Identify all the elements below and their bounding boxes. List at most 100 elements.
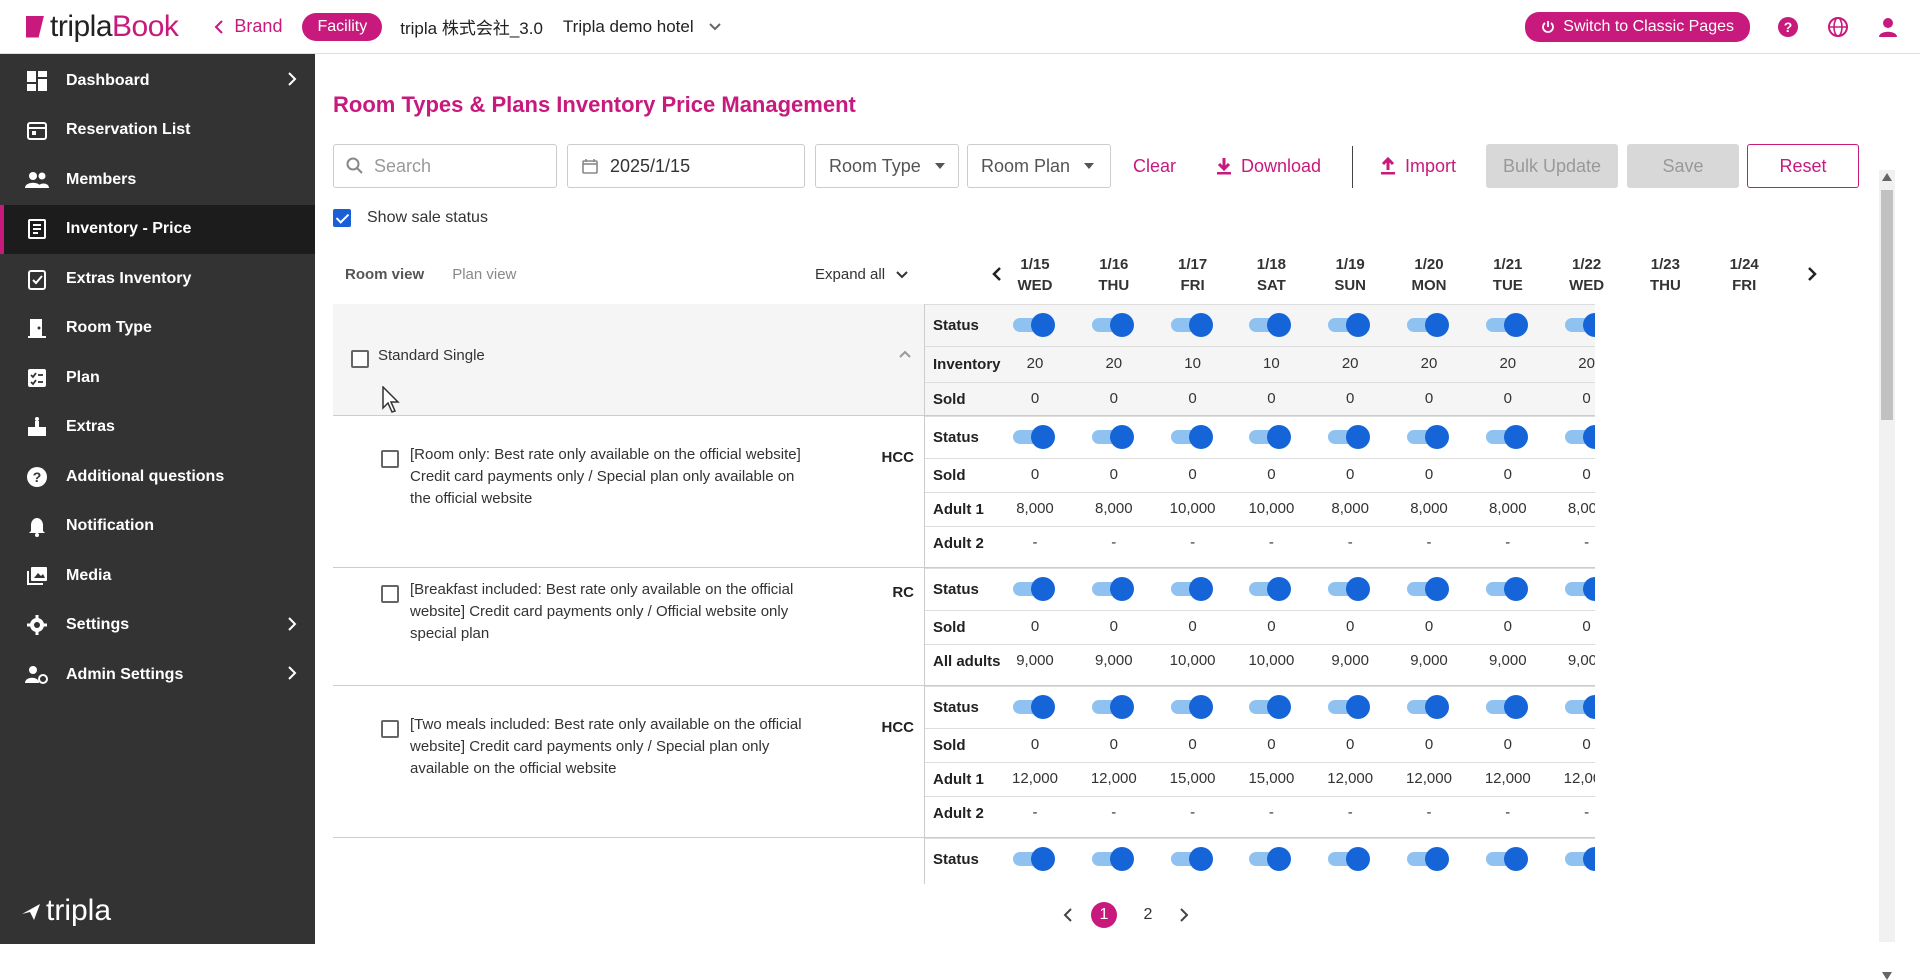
grid-cell[interactable]: 8,000: [1399, 500, 1459, 517]
grid-cell[interactable]: 0: [1163, 390, 1223, 407]
grid-cell[interactable]: 20: [1005, 355, 1065, 372]
sidebar-item-members[interactable]: Members: [0, 155, 315, 205]
grid-cell[interactable]: 8,000: [1005, 500, 1065, 517]
grid-cell[interactable]: 0: [1163, 618, 1223, 635]
globe-icon[interactable]: [1826, 15, 1850, 39]
grid-cell[interactable]: -: [1399, 804, 1459, 821]
grid-cell[interactable]: 0: [1084, 736, 1144, 753]
page-2[interactable]: 2: [1135, 902, 1161, 928]
grid-cell[interactable]: 0: [1478, 390, 1538, 407]
sale-status-toggle[interactable]: [1407, 425, 1451, 449]
sale-status-toggle[interactable]: [1407, 847, 1451, 871]
grid-cell[interactable]: 0: [1399, 618, 1459, 635]
sale-status-toggle[interactable]: [1170, 847, 1215, 871]
grid-cell[interactable]: 0: [1478, 618, 1538, 635]
grid-cell[interactable]: -: [1320, 534, 1380, 551]
sidebar-item-extras-inventory[interactable]: Extras Inventory: [0, 254, 315, 304]
sale-status-toggle[interactable]: [1407, 313, 1451, 337]
sale-status-toggle[interactable]: [1013, 847, 1057, 871]
grid-cell[interactable]: 9,000: [1557, 652, 1595, 669]
grid-cell[interactable]: 20: [1557, 355, 1595, 372]
grid-cell[interactable]: 8,000: [1320, 500, 1380, 517]
scroll-down-icon[interactable]: [1882, 972, 1892, 980]
pagination-next-icon[interactable]: [1179, 908, 1189, 922]
scrollbar-thumb[interactable]: [1881, 190, 1893, 420]
grid-cell[interactable]: 0: [1084, 466, 1144, 483]
grid-cell[interactable]: -: [1163, 534, 1223, 551]
sale-status-toggle[interactable]: [1170, 577, 1215, 601]
vertical-scrollbar[interactable]: [1879, 170, 1895, 980]
grid-cell[interactable]: 12,000: [1557, 770, 1595, 787]
grid-cell[interactable]: 0: [1320, 618, 1380, 635]
grid-cell[interactable]: 0: [1320, 390, 1380, 407]
grid-cell[interactable]: 9,000: [1320, 652, 1380, 669]
grid-cell[interactable]: -: [1241, 534, 1301, 551]
sale-status-toggle[interactable]: [1091, 313, 1136, 337]
user-account-icon[interactable]: [1876, 15, 1900, 39]
show-sale-status-toggle[interactable]: Show sale status: [333, 209, 488, 227]
grid-cell[interactable]: 15,000: [1241, 770, 1301, 787]
grid-cell[interactable]: 9,000: [1478, 652, 1538, 669]
grid-cell[interactable]: 20: [1399, 355, 1459, 372]
grid-cell[interactable]: 12,000: [1084, 770, 1144, 787]
grid-cell[interactable]: 0: [1557, 466, 1595, 483]
grid-cell[interactable]: 20: [1084, 355, 1144, 372]
sale-status-toggle[interactable]: [1564, 425, 1595, 449]
sale-status-toggle[interactable]: [1485, 425, 1530, 449]
grid-cell[interactable]: 0: [1399, 736, 1459, 753]
grid-cell[interactable]: 8,000: [1084, 500, 1144, 517]
sale-status-toggle[interactable]: [1013, 577, 1057, 601]
grid-cell[interactable]: 0: [1557, 618, 1595, 635]
grid-cell[interactable]: -: [1005, 804, 1065, 821]
grid-cell[interactable]: 0: [1005, 736, 1065, 753]
search-field[interactable]: Search: [333, 144, 557, 188]
sidebar-item-extras[interactable]: Extras: [0, 403, 315, 453]
grid-cell[interactable]: 0: [1163, 466, 1223, 483]
expand-all-button[interactable]: Expand all: [815, 266, 909, 283]
pagination-prev-icon[interactable]: [1063, 908, 1073, 922]
grid-cell[interactable]: -: [1005, 534, 1065, 551]
grid-cell[interactable]: 10,000: [1163, 652, 1223, 669]
reset-button[interactable]: Reset: [1747, 144, 1859, 188]
grid-cell[interactable]: 0: [1557, 736, 1595, 753]
grid-cell[interactable]: -: [1557, 804, 1595, 821]
sale-status-toggle[interactable]: [1328, 847, 1372, 871]
date-picker[interactable]: 2025/1/15: [567, 144, 805, 188]
sale-status-toggle[interactable]: [1485, 695, 1530, 719]
help-icon[interactable]: ?: [1776, 15, 1800, 39]
grid-cell[interactable]: 10: [1163, 355, 1223, 372]
grid-cell[interactable]: 0: [1241, 390, 1301, 407]
grid-cell[interactable]: -: [1478, 804, 1538, 821]
switch-classic-button[interactable]: Switch to Classic Pages: [1525, 11, 1750, 42]
grid-cell[interactable]: 12,000: [1399, 770, 1459, 787]
sale-status-toggle[interactable]: [1013, 695, 1057, 719]
room-plan-select[interactable]: Room Plan: [967, 144, 1111, 188]
grid-cell[interactable]: -: [1084, 534, 1144, 551]
sale-status-toggle[interactable]: [1485, 577, 1530, 601]
sidebar-item-media[interactable]: Media: [0, 551, 315, 601]
grid-cell[interactable]: -: [1163, 804, 1223, 821]
sidebar-item-room-type[interactable]: Room Type: [0, 304, 315, 354]
save-button[interactable]: Save: [1627, 144, 1739, 188]
grid-cell[interactable]: 0: [1399, 466, 1459, 483]
room-type-select[interactable]: Room Type: [815, 144, 959, 188]
grid-cell[interactable]: 12,000: [1478, 770, 1538, 787]
sale-status-toggle[interactable]: [1091, 425, 1136, 449]
grid-cell[interactable]: 8,000: [1557, 500, 1595, 517]
grid-cell[interactable]: -: [1241, 804, 1301, 821]
sale-status-toggle[interactable]: [1091, 695, 1136, 719]
grid-cell[interactable]: 10,000: [1241, 652, 1301, 669]
sidebar-item-admin-settings[interactable]: Admin Settings: [0, 650, 315, 700]
sale-status-toggle[interactable]: [1249, 425, 1293, 449]
clear-button[interactable]: Clear: [1133, 144, 1176, 188]
grid-cell[interactable]: -: [1320, 804, 1380, 821]
sale-status-toggle[interactable]: [1407, 695, 1451, 719]
sale-status-toggle[interactable]: [1564, 847, 1595, 871]
sale-status-toggle[interactable]: [1249, 695, 1293, 719]
grid-cell[interactable]: 0: [1241, 466, 1301, 483]
grid-cell[interactable]: 0: [1084, 618, 1144, 635]
tab-plan-view[interactable]: Plan view: [452, 266, 516, 283]
grid-cell[interactable]: -: [1557, 534, 1595, 551]
prev-dates-arrow-icon[interactable]: [991, 266, 1003, 282]
sale-status-toggle[interactable]: [1170, 313, 1215, 337]
